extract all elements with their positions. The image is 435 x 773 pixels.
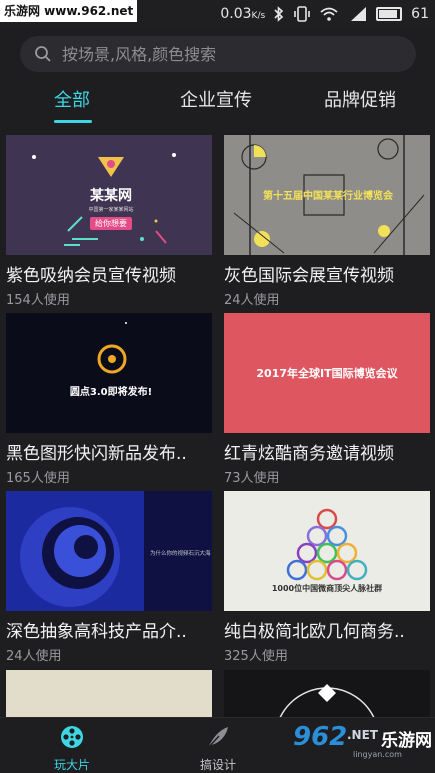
template-thumbnail: 1000位中国微商顶尖人脉社群 — [224, 491, 430, 611]
search-icon — [35, 46, 51, 62]
watermark-site: 乐游网 — [381, 731, 432, 751]
film-reel-icon — [61, 726, 83, 748]
template-card[interactable]: 第十五届中国某某行业博览会 灰色国际会展宣传视频 24人使用 — [224, 135, 430, 308]
network-speed: 0.03K/s — [220, 6, 266, 22]
watermark-number: 962 — [293, 722, 348, 752]
template-thumbnail-partial[interactable] — [224, 670, 430, 717]
nav-label: 玩大片 — [53, 758, 90, 772]
status-icons: 0.03K/s 61 — [220, 0, 429, 28]
thumbnail-tagline: 给你想要 — [95, 219, 127, 228]
search-input[interactable] — [62, 44, 382, 64]
wifi-icon — [320, 7, 338, 21]
thumbnail-text: 2017年全球IT国际博览会议 — [256, 367, 398, 380]
template-usage-count: 24人使用 — [6, 649, 62, 664]
template-card[interactable]: 某某网 中国第一家某某网站 给你想要 紫色吸纳会员宣传视频 154人使用 — [6, 135, 212, 308]
site-watermark-logo: 962 .NET 乐游网 lingyan.com — [289, 716, 435, 773]
template-usage-count: 154人使用 — [6, 293, 70, 308]
signal-icon — [351, 7, 367, 21]
watermark-suffix: .NET — [347, 728, 378, 742]
template-thumbnail: 第十五届中国某某行业博览会 — [224, 135, 430, 255]
template-title: 黑色图形快闪新品发布.. — [6, 444, 187, 464]
tab-brand-promo[interactable]: 品牌促销 — [324, 86, 396, 112]
template-title: 紫色吸纳会员宣传视频 — [6, 266, 176, 286]
template-title: 纯白极简北欧几何商务.. — [224, 622, 405, 642]
thumbnail-text: 圆点3.0即将发布! — [69, 387, 153, 398]
template-thumbnail: 圆点3.0即将发布! — [6, 313, 212, 433]
template-title: 深色抽象高科技产品介.. — [6, 622, 187, 642]
watermark-sub: lingyan.com — [353, 750, 402, 759]
nav-label: 搞设计 — [199, 758, 236, 772]
tab-all[interactable]: 全部 — [54, 86, 90, 112]
template-usage-count: 325人使用 — [224, 649, 288, 664]
template-title: 灰色国际会展宣传视频 — [224, 266, 394, 286]
template-card[interactable]: 2017年全球IT国际博览会议 红青炫酷商务邀请视频 73人使用 — [224, 313, 430, 486]
template-card[interactable]: 圆点3.0即将发布! 黑色图形快闪新品发布.. 165人使用 — [6, 313, 212, 486]
template-usage-count: 165人使用 — [6, 471, 70, 486]
battery-level: 61 — [411, 6, 429, 22]
nav-play-blockbuster[interactable]: 玩大片 — [32, 724, 112, 773]
nav-design[interactable]: 搞设计 — [178, 724, 258, 773]
search-bar[interactable] — [20, 36, 416, 72]
status-bar: 乐游网 www.962.net 0.03K/s 61 — [0, 0, 435, 28]
template-card[interactable]: 为什么你的视频石沉大海 深色抽象高科技产品介.. 24人使用 — [6, 491, 212, 664]
template-usage-count: 24人使用 — [224, 293, 280, 308]
template-usage-count: 73人使用 — [224, 471, 280, 486]
category-tabs: 全部 企业宣传 品牌促销 — [0, 86, 435, 126]
battery-icon — [376, 7, 403, 21]
thumbnail-text: 1000位中国微商顶尖人脉社群 — [271, 584, 383, 593]
thumbnail-subtext: 中国第一家某某网站 — [88, 207, 134, 213]
template-thumbnail: 某某网 中国第一家某某网站 给你想要 — [6, 135, 212, 255]
template-thumbnail: 2017年全球IT国际博览会议 — [224, 313, 430, 433]
feather-icon — [207, 727, 228, 749]
tab-corporate[interactable]: 企业宣传 — [180, 86, 252, 112]
site-watermark: 乐游网 www.962.net — [0, 0, 138, 22]
thumbnail-text: 某某网 — [90, 188, 132, 204]
template-thumbnail-partial[interactable] — [6, 670, 212, 717]
tab-active-indicator — [54, 120, 92, 123]
template-title: 红青炫酷商务邀请视频 — [224, 444, 394, 464]
template-thumbnail: 为什么你的视频石沉大海 — [6, 491, 212, 611]
bluetooth-icon — [274, 6, 284, 22]
thumbnail-text: 第十五届中国某某行业博览会 — [263, 191, 393, 202]
thumbnail-graphic — [97, 322, 127, 374]
thumbnail-graphic — [279, 684, 375, 717]
vibrate-icon — [294, 6, 310, 22]
template-card[interactable]: 1000位中国微商顶尖人脉社群 纯白极简北欧几何商务.. 325人使用 — [224, 491, 430, 664]
thumbnail-text: 为什么你的视频石沉大海 — [150, 551, 211, 557]
